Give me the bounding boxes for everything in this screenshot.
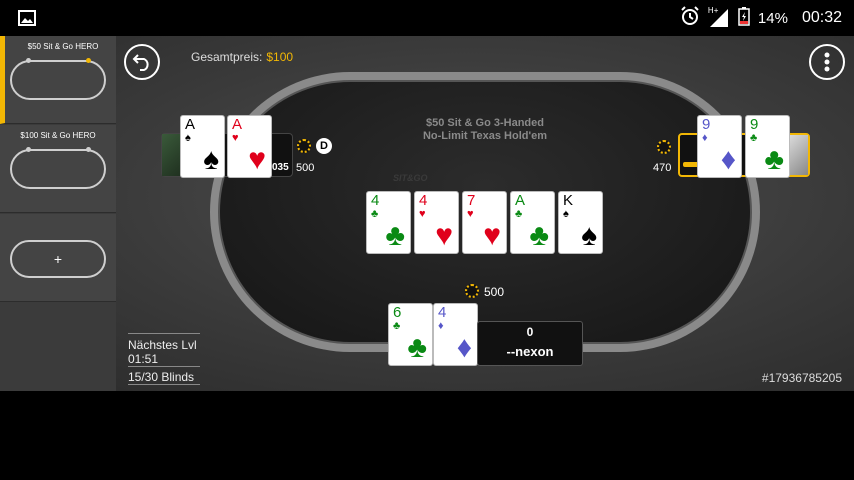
card-suit-big: ♠ <box>581 219 597 252</box>
card-suit-big: ♥ <box>435 219 453 252</box>
card-rank: A <box>515 192 526 209</box>
card-suit-big: ♦ <box>456 331 472 364</box>
prize-pool: Gesamtpreis: $100 <box>191 50 293 64</box>
card-rank: K <box>563 192 574 209</box>
add-table-button[interactable]: + <box>10 240 106 278</box>
back-arrow-icon[interactable] <box>124 44 160 80</box>
game-title: $50 Sit & Go 3-Handed No-Limit Texas Hol… <box>385 117 585 143</box>
card-rank: A <box>232 116 243 133</box>
card-suit-small: ♣ <box>750 132 758 144</box>
card-suit-big: ♣ <box>529 219 549 252</box>
card-suit-big: ♦ <box>720 143 736 176</box>
card-rank: 7 <box>467 192 476 209</box>
card-suit-small: ♣ <box>371 208 379 220</box>
card-rank: 4 <box>419 192 428 209</box>
image-icon <box>18 10 36 31</box>
card-suit-big: ♥ <box>483 219 501 252</box>
card-suit-big: ♠ <box>203 143 219 176</box>
battery-percent: 14% <box>757 9 788 27</box>
card-suit-small: ♦ <box>702 132 708 144</box>
signal-icon: H+ <box>707 6 730 28</box>
battery-icon <box>738 6 750 30</box>
table-switcher-sidebar: $50 Sit & Go HERO $100 Sit & Go HERO <box>0 36 116 391</box>
info-divider <box>128 333 200 334</box>
card-suit-small: ♣ <box>515 208 523 220</box>
info-divider <box>128 366 200 367</box>
player-right-bet: 470 <box>653 162 672 174</box>
chip-icon <box>657 140 671 154</box>
clock: 00:32 <box>801 9 842 26</box>
table-slot-2[interactable]: $100 Sit & Go HERO <box>0 125 116 213</box>
game-title-line1: $50 Sit & Go 3-Handed <box>426 117 544 129</box>
dealer-button: D <box>315 137 333 155</box>
board-card: 7 ♥ ♥ <box>462 191 507 254</box>
pot-amount: 500 <box>484 285 505 299</box>
next-level-timer: 01:51 <box>128 352 159 366</box>
board-card: A ♣ ♣ <box>510 191 555 254</box>
hero-stack: 0 <box>526 325 534 339</box>
hero-card: 6 ♣ ♣ <box>388 303 433 366</box>
alarm-icon <box>680 6 700 30</box>
network-type-label: H+ <box>707 6 719 15</box>
card-suit-big: ♣ <box>385 219 405 252</box>
board-card: 4 ♣ ♣ <box>366 191 411 254</box>
player-left-stack: 035 <box>272 162 289 173</box>
card-rank: 9 <box>702 116 711 133</box>
card-suit-small: ♠ <box>563 208 569 220</box>
board-card: K ♠ ♠ <box>558 191 603 254</box>
more-vertical-icon[interactable] <box>809 44 845 80</box>
card-suit-big: ♥ <box>248 143 266 176</box>
card-suit-small: ♠ <box>185 132 191 144</box>
prize-label: Gesamtpreis: <box>191 50 263 64</box>
game-title-line2: No-Limit Texas Hold'em <box>422 130 548 142</box>
card-suit-big: ♣ <box>764 143 784 176</box>
table-watermark: SIT&GO <box>393 173 428 183</box>
hero-card: 4 ♦ ♦ <box>433 303 478 366</box>
card-suit-small: ♦ <box>438 320 444 332</box>
card-rank: A <box>185 116 196 133</box>
card-rank: 9 <box>750 116 759 133</box>
prize-value: $100 <box>266 50 294 64</box>
hole-card: A ♠ ♠ <box>180 115 225 178</box>
card-suit-small: ♥ <box>419 208 426 220</box>
status-bar: H+ 14% 00:32 <box>0 0 854 36</box>
table-slot-title: $50 Sit & Go HERO <box>27 42 99 51</box>
table-slot-1[interactable]: $50 Sit & Go HERO <box>0 36 116 124</box>
blinds-level: 15/30 Blinds <box>128 370 195 384</box>
board-card: 4 ♥ ♥ <box>414 191 459 254</box>
player-avatar-right <box>788 135 808 175</box>
next-level-label: Nächstes Lvl <box>128 338 197 352</box>
card-rank: 4 <box>371 192 380 209</box>
card-suit-big: ♣ <box>407 331 427 364</box>
chip-icon <box>297 139 311 153</box>
hero-name: --nexon <box>506 344 554 359</box>
player-left-bet: 500 <box>296 162 315 174</box>
card-suit-small: ♥ <box>467 208 474 220</box>
mini-table-preview <box>10 147 106 189</box>
hole-card: 9 ♣ ♣ <box>745 115 790 178</box>
table-slot-title: $100 Sit & Go HERO <box>20 131 96 140</box>
info-divider <box>128 384 200 385</box>
card-rank: 4 <box>438 304 447 321</box>
card-suit-small: ♣ <box>393 320 401 332</box>
card-suit-small: ♥ <box>232 132 239 144</box>
hole-card: 9 ♦ ♦ <box>697 115 742 178</box>
chip-icon <box>465 284 479 298</box>
hole-card: A ♥ ♥ <box>227 115 272 178</box>
card-rank: 6 <box>393 304 402 321</box>
hand-id: #17936785205 <box>761 371 842 385</box>
mini-table-preview <box>10 58 106 100</box>
hero-seat[interactable]: 0 --nexon <box>477 321 583 366</box>
